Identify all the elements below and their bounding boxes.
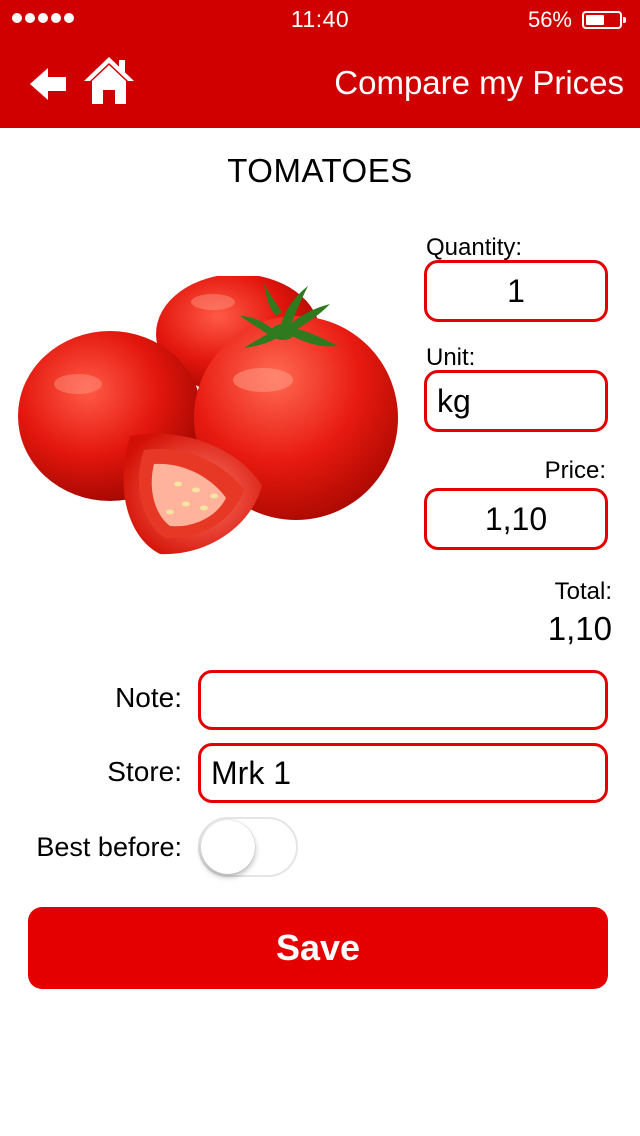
quantity-label: Quantity: bbox=[426, 234, 523, 261]
save-button[interactable]: Save bbox=[28, 907, 608, 989]
total-value: 1,10 bbox=[547, 610, 612, 647]
toggle-knob bbox=[201, 820, 255, 874]
best-before-toggle[interactable] bbox=[198, 817, 298, 877]
unit-label: Unit: bbox=[426, 344, 476, 371]
battery-icon bbox=[582, 11, 626, 29]
screen-title: Compare my Prices bbox=[334, 64, 624, 101]
store-label: Store: bbox=[107, 756, 182, 787]
quantity-field[interactable]: 1 bbox=[424, 260, 608, 322]
product-name: TOMATOES bbox=[227, 152, 413, 189]
price-label: Price: bbox=[544, 457, 606, 484]
back-button[interactable] bbox=[28, 64, 72, 104]
price-field[interactable]: 1,10 bbox=[424, 488, 608, 550]
note-field[interactable] bbox=[198, 670, 608, 730]
nav-bar: Compare my Prices bbox=[0, 40, 640, 128]
home-icon bbox=[84, 57, 134, 104]
product-image bbox=[18, 276, 398, 555]
back-arrow-icon bbox=[30, 68, 66, 100]
store-field[interactable]: Mrk 1 bbox=[198, 743, 608, 803]
home-button[interactable] bbox=[82, 54, 136, 108]
battery-percent: 56% bbox=[527, 7, 572, 32]
total-label: Total: bbox=[554, 578, 612, 605]
unit-field[interactable]: kg bbox=[424, 370, 608, 432]
best-before-label: Best before: bbox=[36, 832, 182, 862]
status-bar: 11:40 56% bbox=[0, 0, 640, 40]
note-label: Note: bbox=[115, 682, 182, 713]
